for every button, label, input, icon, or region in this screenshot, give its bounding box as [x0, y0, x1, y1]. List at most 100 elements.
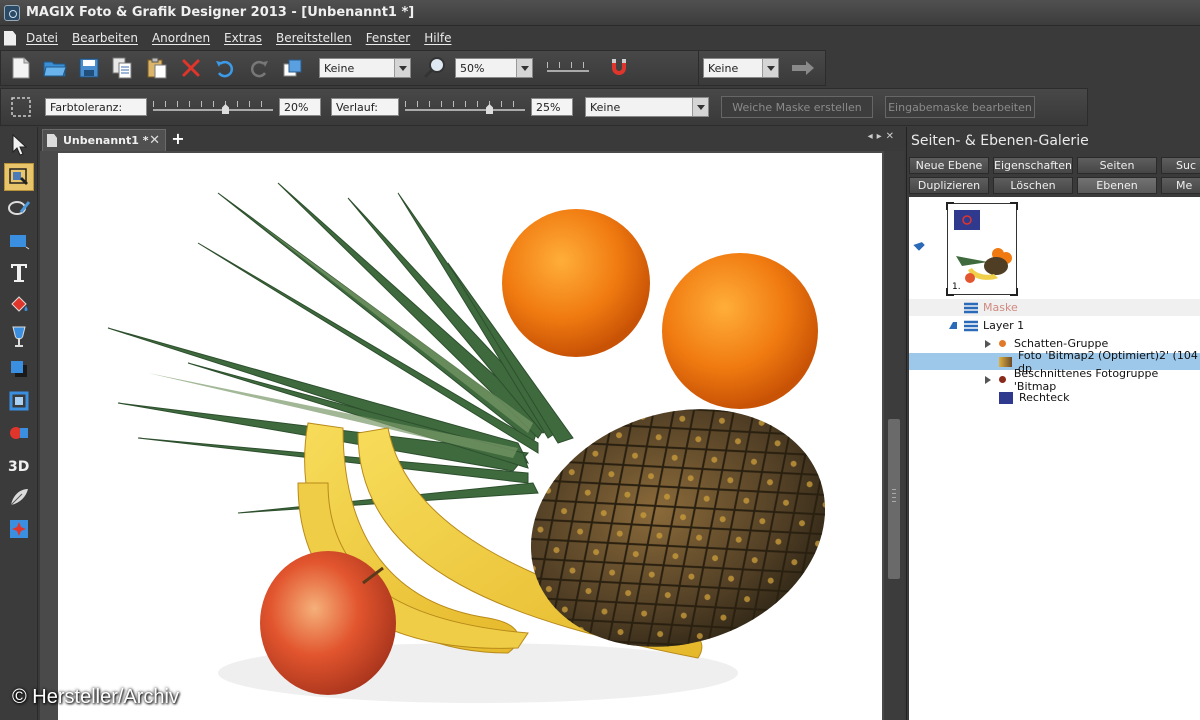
redo-button[interactable] [245, 54, 273, 82]
edit-input-mask-button[interactable]: Eingabemaske bearbeiten [885, 96, 1035, 118]
feather-tool[interactable] [4, 483, 34, 511]
delete-button[interactable] [177, 54, 205, 82]
layer-stack-icon [964, 320, 978, 331]
search-button[interactable]: Suc [1161, 157, 1200, 174]
menu-hilfe[interactable]: Hilfe [424, 31, 451, 45]
gallery-title: Seiten- & Ebenen-Galerie [911, 133, 1089, 149]
effects-sparkle-icon [10, 520, 28, 538]
save-button[interactable] [75, 54, 103, 82]
snap-select[interactable]: Keine [703, 58, 779, 78]
apply-arrow-button[interactable] [789, 54, 817, 82]
window-title: MAGIX Foto & Grafik Designer 2013 - [Unb… [26, 5, 415, 20]
pages-layers-gallery: Seiten- & Ebenen-Galerie Neue Ebene Eige… [906, 127, 1200, 720]
tree-label-mask: Maske [983, 301, 1018, 314]
more-button[interactable]: Me [1161, 177, 1200, 194]
new-document-icon [12, 57, 30, 79]
zoom-magnifier-icon [423, 57, 445, 79]
color-tolerance-value[interactable]: 20% [279, 98, 321, 116]
fill-tool[interactable] [4, 291, 34, 319]
menu-bar: Datei Bearbeiten Anordnen Extras Bereits… [0, 27, 1200, 49]
3d-icon: 3D [8, 459, 29, 474]
quality-select[interactable]: Keine [319, 58, 411, 78]
page-icon [47, 134, 57, 147]
expand-layer-icon[interactable] [949, 322, 957, 329]
tree-item-layer1[interactable]: Layer 1 [909, 317, 1200, 334]
gradient-value[interactable]: 25% [531, 98, 573, 116]
blend-tool[interactable] [4, 419, 34, 447]
create-soft-mask-button[interactable]: Weiche Maske erstellen [721, 96, 873, 118]
lasso-icon [8, 201, 31, 215]
tree-label-layer1: Layer 1 [983, 319, 1025, 332]
tree-item-cropped-group[interactable]: Beschnittenes Fotogruppe 'Bitmap [909, 367, 1200, 393]
rectangle-shape-icon [10, 235, 30, 250]
zoom-button[interactable] [421, 54, 449, 82]
effects-tool[interactable] [4, 515, 34, 543]
text-tool[interactable] [4, 259, 34, 287]
pointer-tool[interactable] [4, 131, 34, 159]
add-tab-icon[interactable]: + [170, 131, 186, 147]
scrollbar-grip [892, 489, 896, 505]
new-button[interactable] [7, 54, 35, 82]
mask-mode-select[interactable]: Keine [585, 97, 709, 117]
gradient-label: Verlauf: [331, 98, 399, 116]
menu-extras[interactable]: Extras [224, 31, 262, 45]
layers-button[interactable]: Ebenen [1077, 177, 1157, 194]
delete-x-icon [182, 59, 200, 77]
menu-bearbeiten[interactable]: Bearbeiten [72, 31, 138, 45]
page-thumbnail[interactable]: 1. [946, 202, 1018, 296]
magnet-icon [612, 59, 626, 75]
mask-mode-value: Keine [590, 100, 621, 114]
slider-track [153, 109, 273, 111]
menu-anordnen[interactable]: Anordnen [152, 31, 210, 45]
rectangle-tool[interactable] [4, 227, 34, 255]
canvas-area [40, 151, 904, 720]
color-tolerance-slider[interactable] [153, 98, 273, 116]
open-button[interactable] [41, 54, 69, 82]
fruit-photo[interactable] [58, 153, 882, 720]
3d-tool[interactable]: 3D [4, 451, 34, 479]
pages-button[interactable]: Seiten [1077, 157, 1157, 174]
snap-magnet-button[interactable] [605, 54, 633, 82]
close-tab-icon[interactable]: ✕ [149, 133, 160, 148]
shadow-tool[interactable] [4, 355, 34, 383]
zoom-slider[interactable] [547, 59, 589, 77]
document-icon[interactable] [4, 30, 16, 46]
menu-fenster[interactable]: Fenster [366, 31, 411, 45]
menu-bereitstellen[interactable]: Bereitstellen [276, 31, 352, 45]
mask-tool-icon [9, 168, 28, 185]
expand-arrow-icon[interactable] [985, 375, 991, 384]
undo-button[interactable] [211, 54, 239, 82]
new-layer-button[interactable]: Neue Ebene [909, 157, 989, 174]
slider-track [405, 109, 525, 111]
transparency-tool[interactable] [4, 323, 34, 351]
chevron-down-icon [394, 59, 410, 77]
zoom-select[interactable]: 50% [455, 58, 533, 78]
tree-item-rectangle[interactable]: Rechteck [909, 389, 1200, 406]
quality-select-value: Keine [324, 61, 355, 75]
tab-nav-arrows[interactable]: ◂▸✕ [868, 131, 898, 142]
mask-selection-button[interactable] [7, 93, 35, 121]
document-tabs: Unbenannt1 * ✕ + ◂▸✕ [40, 127, 904, 151]
mask-tool[interactable] [4, 163, 34, 191]
gradient-slider[interactable] [405, 98, 525, 116]
dashed-selection-icon [11, 97, 31, 117]
mask-toolbar: Farbtoleranz: 20% Verlauf: 25% Keine Wei… [0, 88, 1088, 126]
properties-button[interactable]: Eigenschaften [993, 157, 1073, 174]
lasso-tool[interactable] [4, 195, 34, 223]
rectangle-swatch-icon [999, 391, 1013, 404]
vertical-scrollbar[interactable] [884, 151, 904, 720]
menu-datei[interactable]: Datei [26, 31, 58, 45]
delete-layer-button[interactable]: Löschen [993, 177, 1073, 194]
document-canvas[interactable] [58, 153, 882, 720]
tree-item-mask[interactable]: Maske [909, 299, 1200, 316]
duplicate-button[interactable]: Duplizieren [909, 177, 989, 194]
copy-button[interactable] [109, 54, 137, 82]
bevel-tool[interactable] [4, 387, 34, 415]
zoom-select-value: 50% [460, 61, 485, 75]
transform-button[interactable] [279, 54, 307, 82]
expand-arrow-icon[interactable] [985, 339, 991, 348]
tab-unbenannt1[interactable]: Unbenannt1 * ✕ [42, 129, 166, 151]
slider-ticks [547, 62, 589, 68]
paste-button[interactable] [143, 54, 171, 82]
expand-page-icon[interactable] [913, 239, 925, 251]
